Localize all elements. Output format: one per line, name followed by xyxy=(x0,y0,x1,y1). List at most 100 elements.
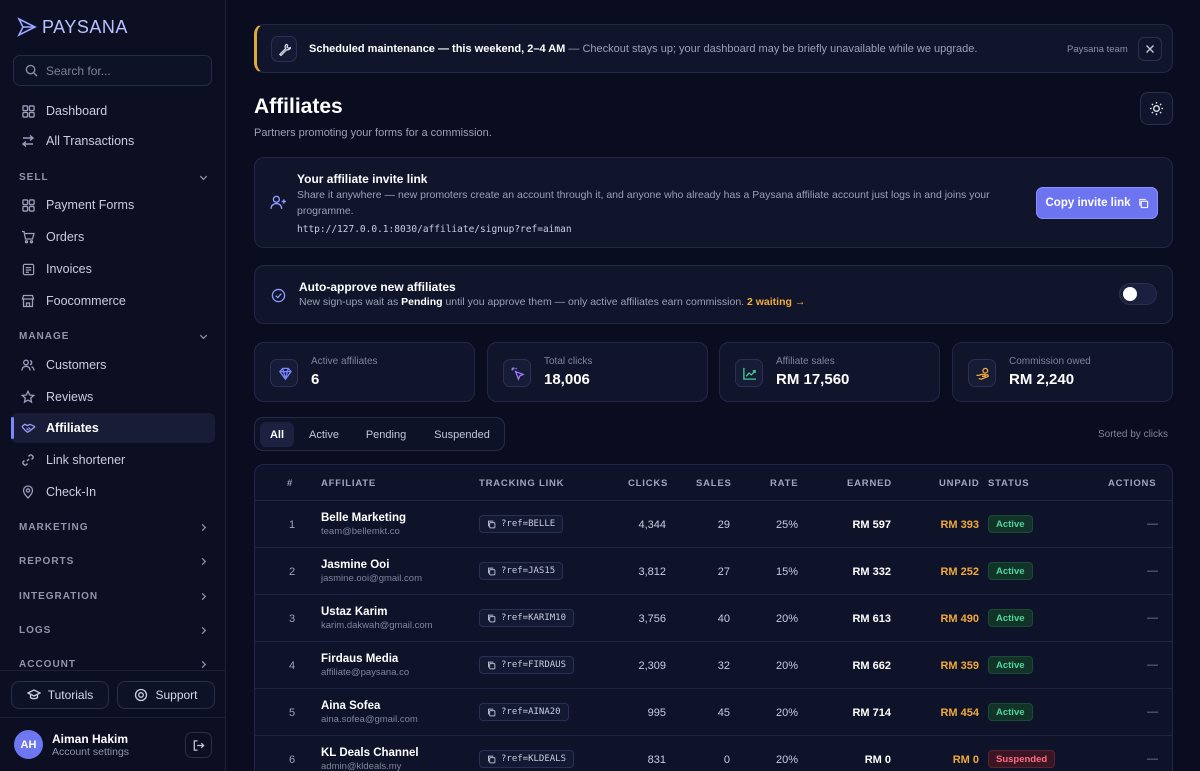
tracking-ref: ?ref=AINA20 xyxy=(501,707,561,717)
nav-foocommerce[interactable]: Foocommerce xyxy=(11,286,215,316)
search-icon xyxy=(25,64,38,77)
auto-approve-description: New sign-ups wait as Pending until you a… xyxy=(299,296,805,308)
rate-value: 15% xyxy=(775,566,798,578)
row-number: 3 xyxy=(289,613,296,625)
tracking-link-chip[interactable]: ?ref=KLDEALS xyxy=(479,750,575,768)
table-row[interactable]: 1 Belle Marketing team@bellemkt.co ?ref=… xyxy=(255,501,1172,548)
sales-value: 45 xyxy=(717,707,730,719)
table-row[interactable]: 4 Firdaus Media affiliate@paysana.co ?re… xyxy=(255,642,1172,689)
handshake-icon xyxy=(20,420,36,436)
sales-value: 29 xyxy=(717,519,730,531)
chevron-right-icon xyxy=(201,660,207,668)
auto-approve-toggle[interactable] xyxy=(1119,283,1157,305)
tracking-link-chip[interactable]: ?ref=FIRDAUS xyxy=(479,656,575,674)
support-button[interactable]: Support xyxy=(117,681,215,709)
nav-orders[interactable]: Orders xyxy=(11,222,215,252)
affiliate-name[interactable]: KL Deals Channel xyxy=(321,747,419,759)
row-number: 1 xyxy=(289,519,296,531)
section-marketing[interactable]: MARKETING xyxy=(19,519,209,535)
col-sales[interactable]: SALES xyxy=(696,478,732,489)
affiliates-table: # AFFILIATE TRACKING LINK CLICKS SALES R… xyxy=(254,464,1173,771)
section-logs[interactable]: LOGS xyxy=(19,622,209,638)
brand-logo[interactable]: PAYSANA xyxy=(16,16,128,38)
user-name[interactable]: Aiman Hakim xyxy=(52,732,128,746)
grid-icon xyxy=(20,197,36,213)
theme-toggle-button[interactable] xyxy=(1140,92,1173,125)
affiliate-email: affiliate@paysana.co xyxy=(321,667,410,678)
swap-arrows-icon xyxy=(20,133,36,149)
nav-reviews[interactable]: Reviews xyxy=(11,382,215,412)
earned-value: RM 0 xyxy=(864,754,891,766)
banner-close-button[interactable] xyxy=(1138,37,1162,61)
copy-invite-link-button[interactable]: Copy invite link xyxy=(1036,187,1158,219)
table-row[interactable]: 6 KL Deals Channel admin@kldeals.my ?ref… xyxy=(255,736,1172,771)
nav-dashboard[interactable]: Dashboard xyxy=(11,96,215,126)
nav-affiliates[interactable]: Affiliates xyxy=(11,413,215,443)
nav-payment-forms[interactable]: Payment Forms xyxy=(11,190,215,220)
tutorials-button[interactable]: Tutorials xyxy=(11,681,109,709)
row-actions: — xyxy=(1147,659,1158,671)
nav-invoices[interactable]: Invoices xyxy=(11,254,215,284)
search-input[interactable] xyxy=(46,63,196,78)
col-rate[interactable]: RATE xyxy=(770,478,798,489)
col-affiliate[interactable]: AFFILIATE xyxy=(321,478,376,489)
section-reports[interactable]: REPORTS xyxy=(19,553,209,569)
section-sell[interactable]: SELL xyxy=(19,169,209,185)
nav-check-in[interactable]: Check-In xyxy=(11,477,215,507)
affiliate-name[interactable]: Belle Marketing xyxy=(321,512,406,524)
filter-tab-active[interactable]: Active xyxy=(301,422,347,447)
affiliate-email: admin@kldeals.my xyxy=(321,761,402,771)
table-row[interactable]: 5 Aina Sofea aina.sofea@gmail.com ?ref=A… xyxy=(255,689,1172,736)
section-label: REPORTS xyxy=(19,555,75,567)
tracking-ref: ?ref=KLDEALS xyxy=(501,754,567,764)
earned-value: RM 714 xyxy=(852,707,891,719)
logout-button[interactable] xyxy=(185,732,212,758)
nav-customers[interactable]: Customers xyxy=(11,350,215,380)
affiliate-name[interactable]: Jasmine Ooi xyxy=(321,559,389,571)
clicks-value: 2,309 xyxy=(638,660,666,672)
tracking-link-chip[interactable]: ?ref=KARIM10 xyxy=(479,609,575,627)
table-row[interactable]: 2 Jasmine Ooi jasmine.ooi@gmail.com ?ref… xyxy=(255,548,1172,595)
tracking-link-chip[interactable]: ?ref=BELLE xyxy=(479,515,564,533)
nav-link-shortener[interactable]: Link shortener xyxy=(11,445,215,475)
copy-icon xyxy=(488,661,496,669)
search-box[interactable] xyxy=(13,55,212,86)
affiliate-name[interactable]: Ustaz Karim xyxy=(321,606,387,618)
col-unpaid[interactable]: UNPAID xyxy=(939,478,980,489)
col-clicks[interactable]: CLICKS xyxy=(628,478,668,489)
unpaid-value: RM 252 xyxy=(940,566,979,578)
filter-tab-all[interactable]: All xyxy=(260,422,294,447)
map-pin-icon xyxy=(20,484,36,500)
section-manage[interactable]: MANAGE xyxy=(19,328,209,344)
sidebar: PAYSANA Dashboard All Transactions SELL … xyxy=(0,0,226,771)
support-label: Support xyxy=(155,688,198,702)
filter-tab-suspended[interactable]: Suspended xyxy=(425,422,499,447)
copy-button-label: Copy invite link xyxy=(1045,197,1131,209)
lifebuoy-icon xyxy=(135,688,148,702)
affiliate-name[interactable]: Firdaus Media xyxy=(321,653,398,665)
table-row[interactable]: 3 Ustaz Karim karim.dakwah@gmail.com ?re… xyxy=(255,595,1172,642)
sales-value: 40 xyxy=(717,613,730,625)
clicks-value: 3,812 xyxy=(638,566,666,578)
sales-value: 27 xyxy=(717,566,730,578)
invite-url[interactable]: http://127.0.0.1:8030/affiliate/signup?r… xyxy=(297,224,572,235)
avatar[interactable]: AH xyxy=(14,730,43,759)
nav-all-transactions[interactable]: All Transactions xyxy=(11,126,215,156)
diamond-icon xyxy=(270,359,298,387)
filter-tab-pending[interactable]: Pending xyxy=(357,422,415,447)
sales-value: 32 xyxy=(717,660,730,672)
account-settings-link[interactable]: Account settings xyxy=(52,746,129,758)
clicks-value: 3,756 xyxy=(638,613,666,625)
nav-label: Link shortener xyxy=(46,453,126,467)
stat-value: RM 2,240 xyxy=(1009,371,1075,388)
col-earned[interactable]: EARNED xyxy=(847,478,892,489)
stat-label: Commission owed xyxy=(1009,356,1091,367)
tracking-link-chip[interactable]: ?ref=JAS15 xyxy=(479,562,564,580)
tracking-link-chip[interactable]: ?ref=AINA20 xyxy=(479,703,569,721)
affiliate-name[interactable]: Aina Sofea xyxy=(321,700,380,712)
waiting-link[interactable]: 2 waiting → xyxy=(747,296,805,308)
col-actions: ACTIONS xyxy=(1108,478,1157,489)
nav-label: Affiliates xyxy=(46,421,99,435)
section-integration[interactable]: INTEGRATION xyxy=(19,588,209,604)
clicks-value: 831 xyxy=(647,754,666,766)
